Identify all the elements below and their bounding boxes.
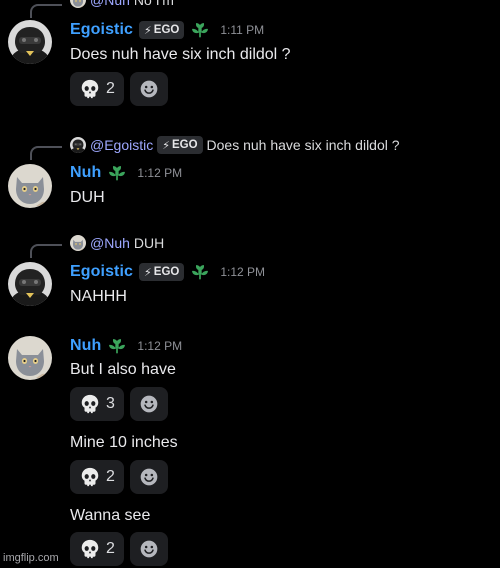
username[interactable]: Nuh	[70, 164, 101, 182]
sprout-badge-icon	[190, 20, 210, 40]
guild-tag-label: EGO	[153, 266, 180, 278]
reply-preview[interactable]: @Nuh DUH	[70, 235, 164, 251]
timestamp: 1:12 PM	[137, 166, 183, 180]
message-text: Wanna see	[70, 507, 151, 524]
avatar[interactable]	[8, 20, 52, 64]
username[interactable]: Egoistic	[70, 263, 133, 281]
avatar[interactable]	[8, 262, 52, 306]
add-reaction-button[interactable]	[129, 72, 168, 106]
guild-tag[interactable]: ⚡ EGO	[157, 136, 203, 154]
reply-connector	[30, 146, 62, 160]
reaction-row: 2	[70, 460, 168, 494]
reply-connector	[30, 4, 62, 18]
bolt-icon: ⚡	[144, 24, 152, 37]
sprout-badge-icon	[107, 163, 127, 183]
reaction-count: 3	[106, 395, 115, 412]
skull-icon	[79, 538, 101, 560]
reply-avatar	[70, 137, 86, 153]
reply-mention[interactable]: @Egoistic	[90, 137, 153, 153]
message-text: Mine 10 inches	[70, 434, 178, 451]
reaction-button[interactable]: 2	[70, 532, 124, 566]
reply-text: Does nuh have six inch dildol ?	[206, 137, 400, 153]
bolt-icon: ⚡	[144, 266, 152, 279]
reply-connector	[30, 244, 62, 258]
reaction-row: 2	[70, 72, 168, 106]
reaction-count: 2	[106, 540, 115, 557]
reply-preview[interactable]: @Nuh No I'm	[70, 0, 174, 8]
add-reaction-button[interactable]	[129, 460, 168, 494]
timestamp: 1:12 PM	[137, 339, 183, 353]
avatar[interactable]	[8, 164, 52, 208]
username[interactable]: Egoistic	[70, 21, 133, 39]
reply-avatar	[70, 0, 86, 8]
reaction-count: 2	[106, 468, 115, 485]
message-header: Egoistic ⚡ EGO 1:12 PM	[70, 262, 265, 282]
message-text: NAHHH	[70, 288, 127, 305]
reply-text: No I'm	[133, 0, 174, 8]
reaction-row: 2	[70, 532, 168, 566]
reaction-button[interactable]: 2	[70, 72, 124, 106]
smiley-icon	[139, 79, 159, 99]
skull-icon	[79, 78, 101, 100]
reply-text: DUH	[133, 235, 165, 251]
smiley-icon	[139, 394, 159, 414]
timestamp: 1:12 PM	[220, 265, 266, 279]
guild-tag[interactable]: ⚡ EGO	[139, 263, 185, 281]
smiley-icon	[139, 539, 159, 559]
smiley-icon	[139, 467, 159, 487]
guild-tag[interactable]: ⚡ EGO	[139, 21, 185, 39]
add-reaction-button[interactable]	[129, 532, 168, 566]
message-header: Nuh 1:12 PM	[70, 336, 182, 356]
skull-icon	[79, 466, 101, 488]
watermark: imgflip.com	[3, 552, 59, 564]
username[interactable]: Nuh	[70, 337, 101, 355]
add-reaction-button[interactable]	[129, 387, 168, 421]
bolt-icon: ⚡	[162, 139, 170, 152]
reply-preview[interactable]: @Egoistic ⚡ EGO Does nuh have six inch di…	[70, 136, 400, 154]
message-header: Egoistic ⚡ EGO 1:11 PM	[70, 20, 264, 40]
guild-tag-label: EGO	[153, 24, 180, 36]
reaction-row: 3	[70, 387, 168, 421]
message-text: Does nuh have six inch dildol ?	[70, 46, 291, 63]
guild-tag-label: EGO	[171, 139, 198, 151]
reply-mention[interactable]: @Nuh	[90, 235, 130, 251]
reaction-button[interactable]: 2	[70, 460, 124, 494]
reaction-count: 2	[106, 80, 115, 97]
message-text: DUH	[70, 189, 105, 206]
reply-avatar	[70, 235, 86, 251]
reaction-button[interactable]: 3	[70, 387, 124, 421]
skull-icon	[79, 393, 101, 415]
message-header: Nuh 1:12 PM	[70, 163, 182, 183]
reply-mention[interactable]: @Nuh	[90, 0, 130, 8]
message-text: But I also have	[70, 361, 176, 378]
sprout-badge-icon	[107, 336, 127, 356]
timestamp: 1:11 PM	[220, 23, 265, 37]
avatar[interactable]	[8, 336, 52, 380]
sprout-badge-icon	[190, 262, 210, 282]
